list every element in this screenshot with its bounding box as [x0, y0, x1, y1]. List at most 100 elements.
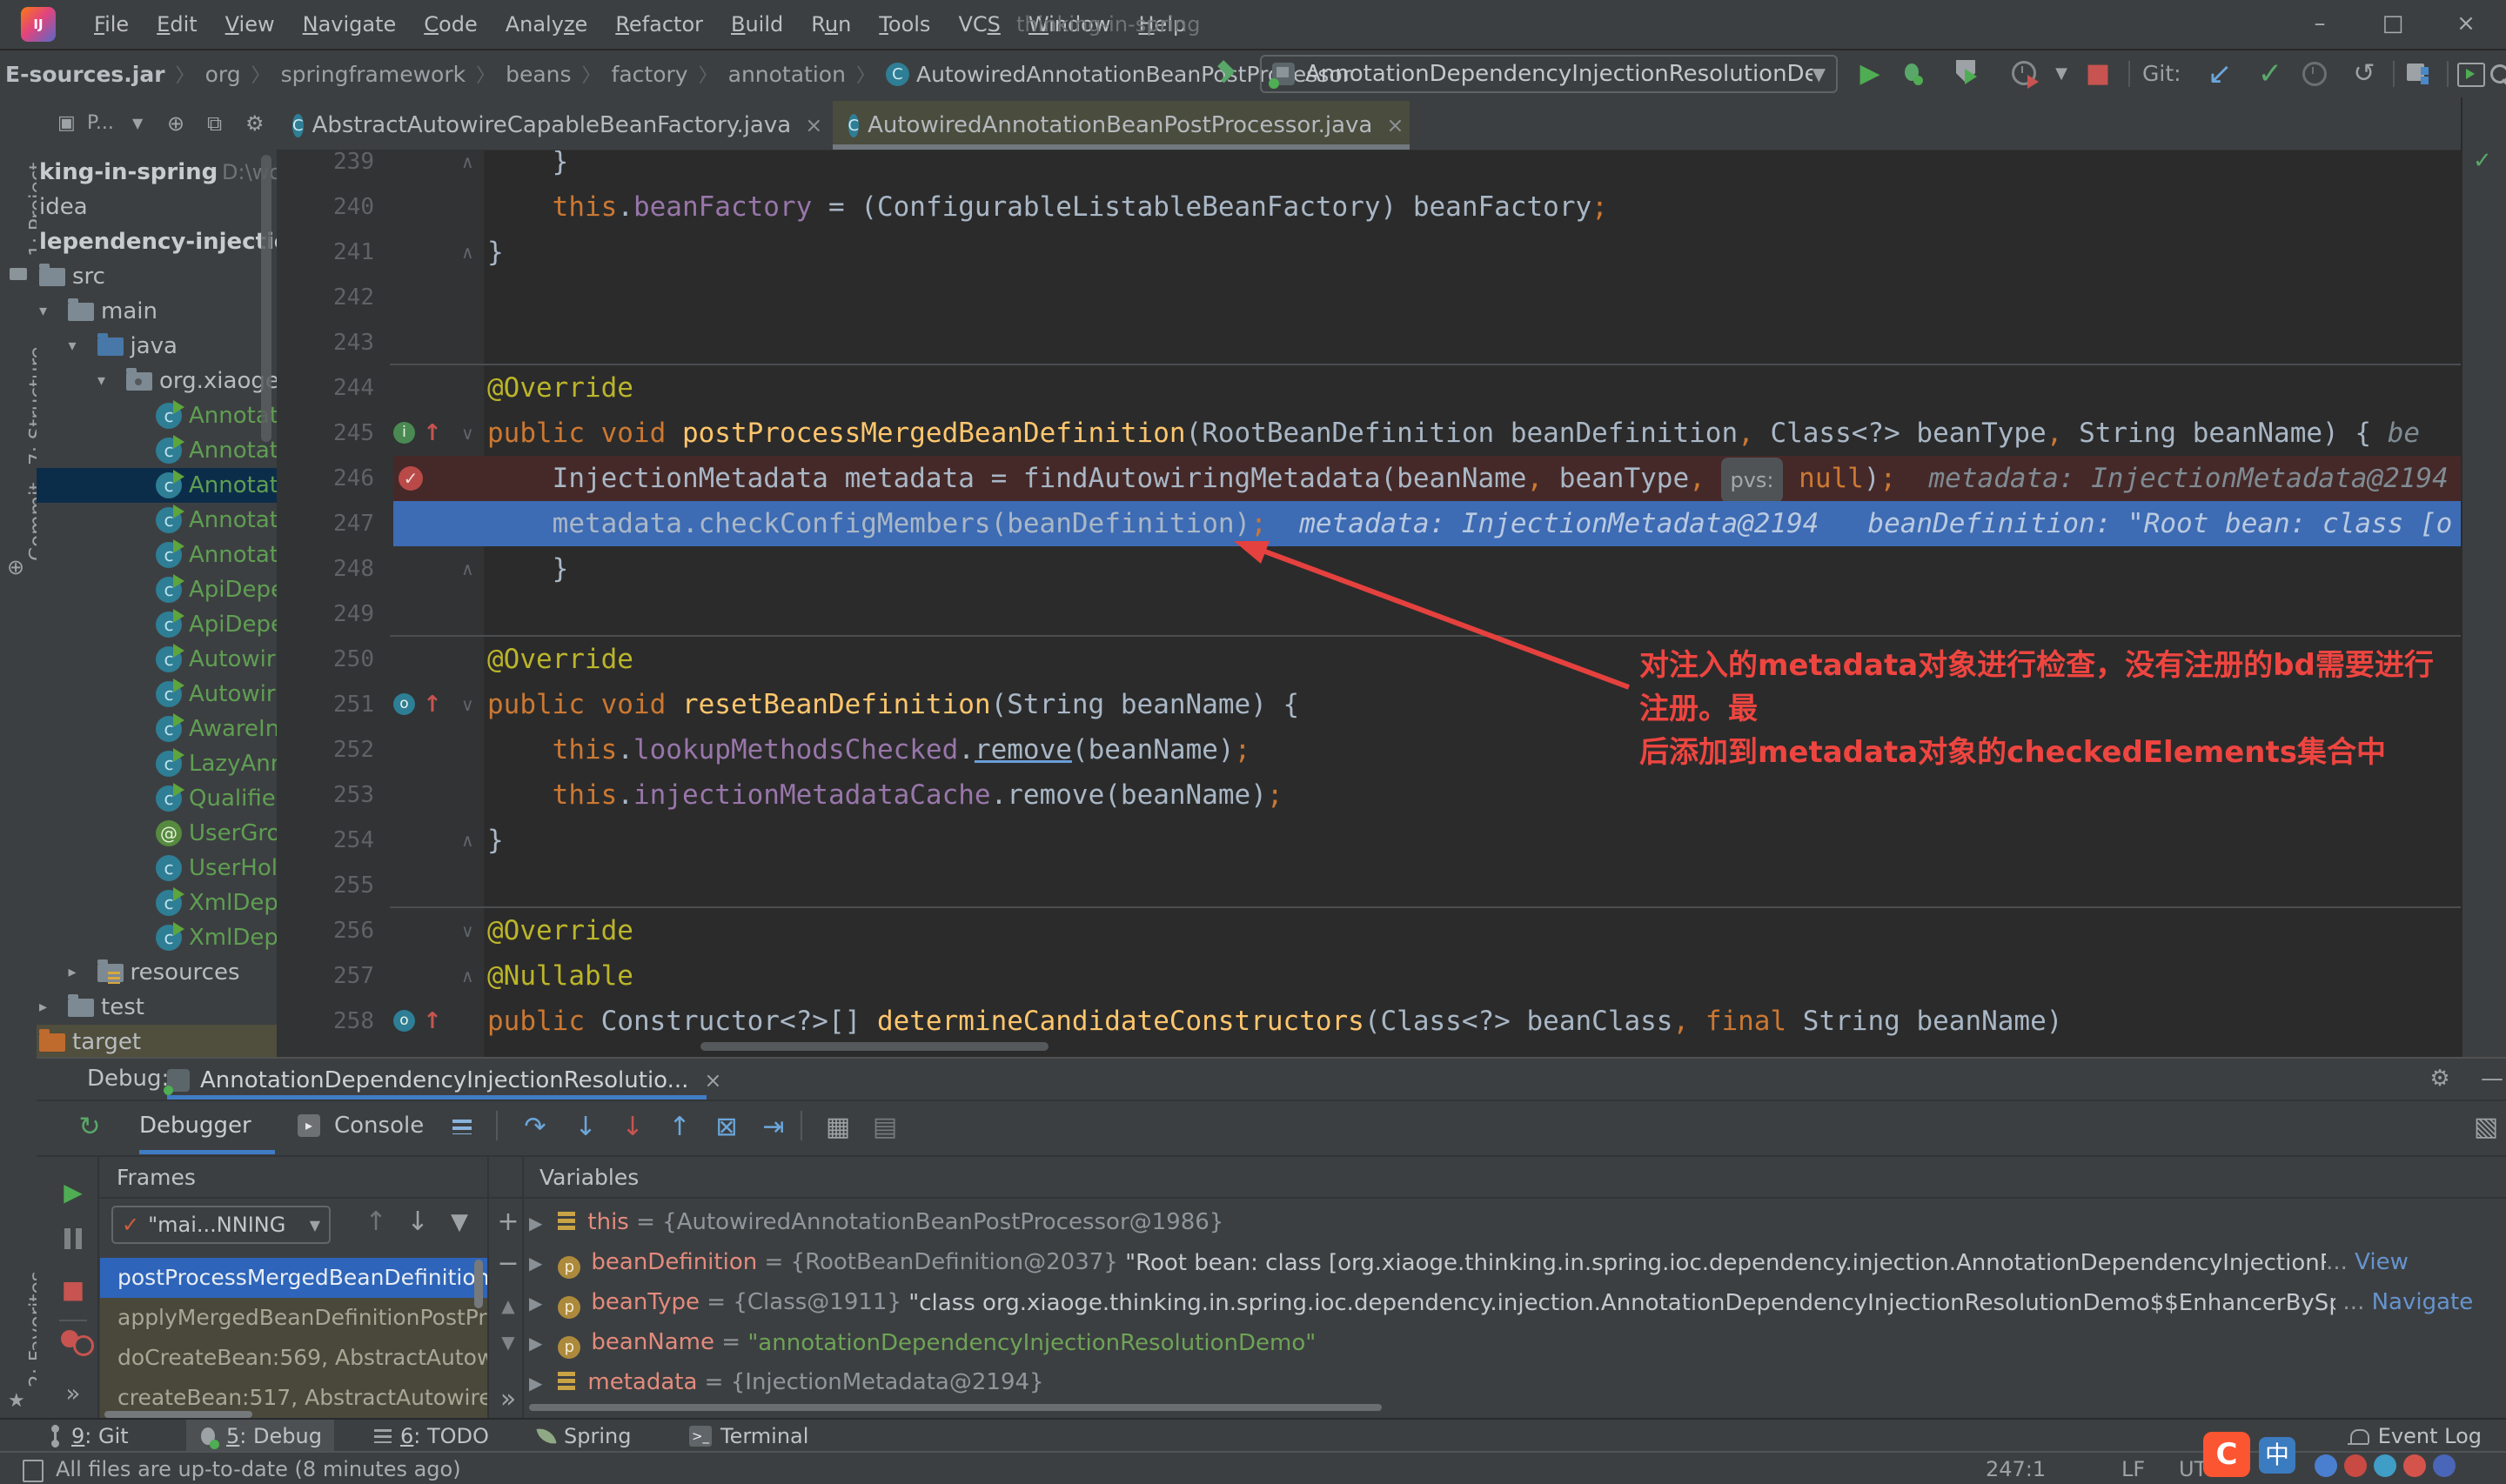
expand-arrow-icon[interactable]: ▶ — [529, 1333, 542, 1354]
tree-item-test[interactable]: ▸test — [37, 990, 277, 1025]
menu-item-file[interactable]: File — [80, 0, 143, 49]
layout-settings-icon[interactable]: ▧ — [2464, 1100, 2506, 1155]
trace-settings-icon[interactable]: ▤ — [863, 1100, 907, 1155]
step-over-icon[interactable]: ↷ — [513, 1100, 557, 1155]
evaluate-expression-icon[interactable]: ▦ — [816, 1100, 860, 1155]
menu-item-tools[interactable]: Tools — [865, 0, 944, 49]
tree-item-userhold[interactable]: cUserHold — [37, 851, 277, 886]
force-step-into-icon[interactable]: ↓ — [611, 1100, 654, 1155]
tree-item-annotati[interactable]: cAnnotati — [37, 433, 277, 468]
tool-window-button-5-debug[interactable]: 5: Debug — [186, 1420, 334, 1453]
event-log-button[interactable]: Event Log — [2338, 1420, 2494, 1453]
filter-funnel-icon[interactable]: ▼ — [440, 1200, 479, 1255]
variable-row-beanDefinition[interactable]: ▶pbeanDefinition = {RootBeanDefinition@2… — [529, 1242, 2506, 1282]
breadcrumb-item[interactable]: springframework — [281, 62, 466, 87]
more-debug-actions-icon[interactable]: » — [56, 1379, 90, 1407]
tree-item-main[interactable]: ▾main — [37, 294, 277, 329]
debug-settings-gear-icon[interactable]: ⚙ — [2421, 1059, 2459, 1114]
chevron-down-icon[interactable]: ▾ — [39, 294, 47, 329]
git-commit-button[interactable]: ✓ — [2248, 50, 2292, 97]
stop-debug-icon[interactable]: ■ — [56, 1275, 90, 1304]
drop-frame-icon[interactable]: ⊠ — [705, 1100, 748, 1155]
tool-window-button-spring[interactable]: Spring — [526, 1420, 643, 1453]
tree-item-qualifiera[interactable]: cQualifierA — [37, 781, 277, 816]
run-anything-icon[interactable] — [2457, 63, 2485, 90]
tree-item-awareint[interactable]: cAwareInt — [37, 712, 277, 746]
tree-item-autowiri[interactable]: cAutowiri — [37, 677, 277, 712]
tree-item-usergrou[interactable]: @UserGrou — [37, 816, 277, 851]
menu-item-build[interactable]: Build — [717, 0, 797, 49]
variable-navigate-link[interactable]: Navigate — [2372, 1289, 2474, 1315]
tree-item-autowiri[interactable]: cAutowiri — [37, 642, 277, 677]
variable-row-metadata[interactable]: ▶metadata = {InjectionMetadata@2194} — [529, 1362, 2506, 1402]
minimize-button[interactable]: – — [2287, 0, 2353, 47]
variable-row-this[interactable]: ▶this = {AutowiredAnnotationBeanPostProc… — [529, 1202, 2506, 1242]
tree-scrollbar[interactable] — [261, 155, 271, 442]
close-icon[interactable]: × — [704, 1068, 721, 1093]
caret-position[interactable]: 247:1 — [1986, 1453, 2046, 1484]
menu-item-refactor[interactable]: Refactor — [601, 0, 717, 49]
build-hammer-icon[interactable] — [1215, 61, 1239, 89]
breadcrumb-item[interactable]: factory — [612, 62, 688, 87]
collapse-all-icon[interactable]: ⧉ — [207, 97, 222, 150]
expand-arrow-icon[interactable]: ▶ — [529, 1213, 542, 1233]
breadcrumb-item[interactable]: E-sources.jar — [5, 62, 165, 87]
variables-hscrollbar[interactable] — [529, 1404, 1382, 1411]
tree-item-apidepe[interactable]: cApiDepe — [37, 572, 277, 607]
step-out-icon[interactable]: ↑ — [658, 1100, 701, 1155]
hamburger-icon[interactable] — [452, 1120, 472, 1134]
profiler-button[interactable] — [2012, 61, 2047, 89]
thread-selector[interactable]: ✓ "mai...NNING ▼ — [111, 1206, 331, 1244]
breadcrumb-item[interactable]: org — [205, 62, 241, 87]
breadcrumb-item[interactable]: annotation — [728, 62, 846, 87]
tab-debugger[interactable]: Debugger — [139, 1113, 251, 1139]
expand-arrow-icon[interactable]: ▶ — [529, 1373, 542, 1394]
settings-gear-icon[interactable]: ⚙ — [245, 97, 265, 150]
tree-item-apidepe[interactable]: cApiDepe — [37, 607, 277, 642]
close-button[interactable]: × — [2433, 0, 2499, 47]
menu-item-run[interactable]: Run — [797, 0, 865, 49]
close-icon[interactable]: × — [805, 113, 822, 137]
variable-row-beanName[interactable]: ▶pbeanName = "annotationDependencyInject… — [529, 1322, 2506, 1362]
project-structure-icon[interactable] — [2407, 62, 2433, 88]
tree-item-xmldepe[interactable]: cXmlDepe — [37, 886, 277, 920]
chevron-down-icon[interactable]: ▾ — [69, 329, 77, 364]
run-to-cursor-icon[interactable]: ⇥ — [752, 1100, 795, 1155]
menu-item-edit[interactable]: Edit — [143, 0, 211, 49]
tree-item-java[interactable]: ▾java — [37, 329, 277, 364]
coverage-button[interactable] — [1956, 60, 1987, 86]
frames-hscrollbar[interactable] — [104, 1411, 252, 1418]
expand-arrow-icon[interactable]: ▶ — [529, 1293, 542, 1314]
git-update-button[interactable]: ↙ — [2198, 50, 2241, 97]
variable-row-beanType[interactable]: ▶pbeanType = {Class@1911} "class org.xia… — [529, 1282, 2506, 1322]
frame-row[interactable]: postProcessMergedBeanDefinition:2 — [100, 1258, 487, 1298]
close-icon[interactable]: × — [1386, 113, 1404, 137]
tree-item-idea[interactable]: idea — [37, 190, 277, 224]
view-breakpoints-icon[interactable] — [61, 1330, 92, 1353]
tree-item-king-in-spring[interactable]: king-in-spring D:\wor — [37, 155, 277, 190]
tab-console[interactable]: Console — [334, 1113, 424, 1139]
frame-down-icon[interactable]: ↓ — [399, 1200, 437, 1255]
tree-item-annotati[interactable]: cAnnotati — [37, 503, 277, 538]
run-configuration-select[interactable]: AnnotationDependencyInjectionResolutionD… — [1260, 55, 1838, 93]
tree-item-target[interactable]: target — [37, 1025, 277, 1057]
inspection-ok-icon[interactable]: ✓ — [2473, 148, 2492, 174]
breadcrumb-item[interactable]: beans — [506, 62, 571, 87]
menu-item-view[interactable]: View — [211, 0, 289, 49]
chevron-down-icon[interactable]: ▼ — [132, 97, 143, 150]
tree-item-annotati[interactable]: cAnnotati — [37, 538, 277, 572]
locate-file-icon[interactable]: ⊕ — [167, 97, 184, 150]
run-button[interactable]: ▶ — [1848, 50, 1892, 97]
variable-view-link[interactable]: View — [2355, 1249, 2409, 1275]
debug-button[interactable] — [1902, 61, 1921, 87]
line-ending[interactable]: LF — [2121, 1453, 2145, 1484]
tree-item-lependency-injection[interactable]: lependency-injection — [37, 224, 277, 259]
tree-item-resources[interactable]: ▸resources — [37, 955, 277, 990]
tree-item-src[interactable]: src — [37, 259, 277, 294]
tree-item-xmldepe[interactable]: cXmlDepe — [37, 920, 277, 955]
frame-row[interactable]: applyMergedBeanDefinitionPostPro — [100, 1298, 487, 1338]
resume-program-icon[interactable]: ▶ — [56, 1178, 90, 1207]
chevron-right-icon[interactable]: ▸ — [69, 955, 77, 990]
stop-button[interactable]: ■ — [2076, 50, 2120, 97]
rerun-icon[interactable]: ↻ — [68, 1100, 111, 1155]
